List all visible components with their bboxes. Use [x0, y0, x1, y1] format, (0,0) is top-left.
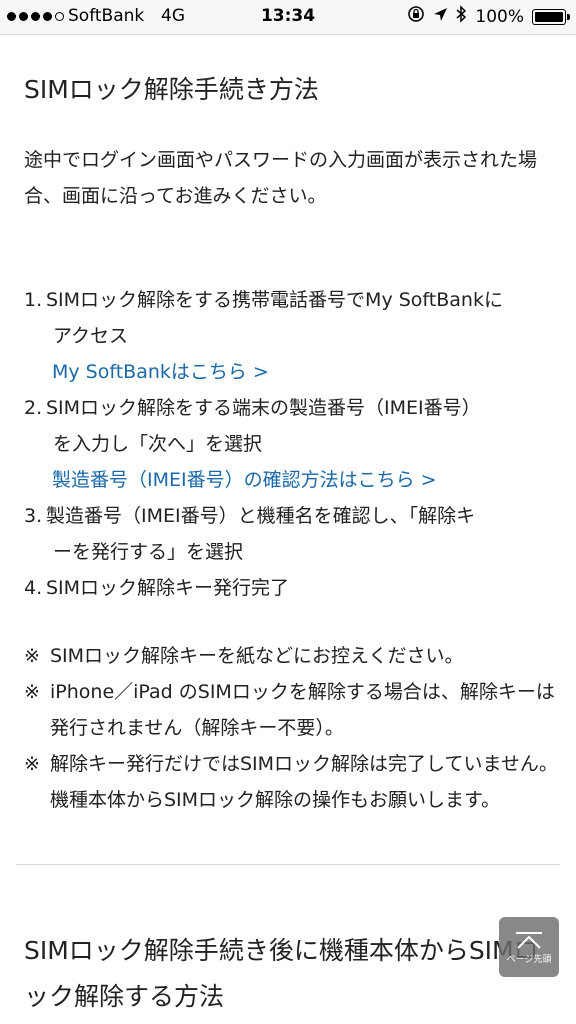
note-item: ※ 解除キー発行だけではSIMロック解除は完了していません。機種本体からSIMロ…	[24, 746, 558, 818]
step-text: SIMロック解除キー発行完了	[46, 577, 290, 599]
page-top-label: ページ先頭	[506, 954, 552, 965]
step-line: SIMロック解除をする携帯電話番号でMy SoftBankに	[46, 289, 503, 311]
step-text: SIMロック解除をする携帯電話番号でMy SoftBankに	[46, 282, 564, 318]
status-bar: SoftBank 4G 13:34 100%	[0, 0, 576, 34]
note-item: ※ SIMロック解除キーを紙などにお控えください。	[24, 638, 558, 674]
note-item: ※ iPhone／iPad のSIMロックを解除する場合は、解除キーは発行されま…	[24, 674, 558, 746]
list-item: 4. SIMロック解除キー発行完了	[24, 570, 564, 606]
section-title: SIMロック解除手続き方法	[24, 75, 319, 104]
status-divider	[0, 34, 576, 35]
step-number: 4.	[24, 577, 43, 599]
chevron-up-icon	[516, 931, 542, 949]
step-number: 1.	[24, 289, 43, 311]
step-line: SIMロック解除をする端末の製造番号（IMEI番号）	[46, 397, 481, 419]
imei-check-link[interactable]: 製造番号（IMEI番号）の確認方法はこちら >	[24, 462, 564, 498]
step-text: 製造番号（IMEI番号）と機種名を確認し、「解除キ	[46, 498, 564, 534]
step-number: 3.	[24, 505, 43, 527]
intro-text: 途中でログイン画面やパスワードの入力画面が表示された場合、画面に沿ってお進みくだ…	[24, 149, 538, 207]
step-number: 2.	[24, 397, 43, 419]
notes-list: ※ SIMロック解除キーを紙などにお控えください。 ※ iPhone／iPad …	[24, 638, 558, 818]
steps-list: 1. SIMロック解除をする携帯電話番号でMy SoftBankに アクセス M…	[24, 282, 564, 606]
list-item: 1. SIMロック解除をする携帯電話番号でMy SoftBankに アクセス M…	[24, 282, 564, 390]
note-text: SIMロック解除キーを紙などにお控えください。	[50, 645, 464, 667]
section-divider	[16, 864, 560, 865]
list-item: 3. 製造番号（IMEI番号）と機種名を確認し、「解除キ ーを発行する」を選択	[24, 498, 564, 570]
note-mark: ※	[24, 645, 40, 667]
step-line: 製造番号（IMEI番号）と機種名を確認し、「解除キ	[46, 505, 476, 527]
step-line: アクセス	[53, 325, 129, 347]
step-line: を入力し「次へ」を選択	[53, 433, 263, 455]
bluetooth-icon	[456, 5, 467, 29]
orientation-lock-icon	[407, 5, 425, 29]
my-softbank-link[interactable]: My SoftBankはこちら >	[24, 354, 564, 390]
note-text: 解除キー発行だけではSIMロック解除は完了していません。機種本体からSIMロック…	[50, 753, 558, 811]
note-mark: ※	[24, 681, 40, 703]
status-right-group: 100%	[407, 5, 570, 29]
page-top-button[interactable]: ページ先頭	[499, 917, 559, 977]
battery-icon	[532, 9, 570, 25]
page: SoftBank 4G 13:34 100% SIMロック解除手続き方法 途中で…	[0, 0, 576, 1024]
battery-percent: 100%	[475, 7, 524, 27]
note-mark: ※	[24, 753, 40, 775]
note-text: iPhone／iPad のSIMロックを解除する場合は、解除キーは発行されません…	[50, 681, 555, 739]
list-item: 2. SIMロック解除をする端末の製造番号（IMEI番号） を入力し「次へ」を選…	[24, 390, 564, 498]
step-line: ーを発行する」を選択	[53, 541, 244, 563]
section-title: SIMロック解除手続き後に機種本体からSIMロック解除する方法	[24, 936, 539, 1011]
location-arrow-icon	[433, 6, 448, 28]
step-text: SIMロック解除をする端末の製造番号（IMEI番号）	[46, 390, 564, 426]
